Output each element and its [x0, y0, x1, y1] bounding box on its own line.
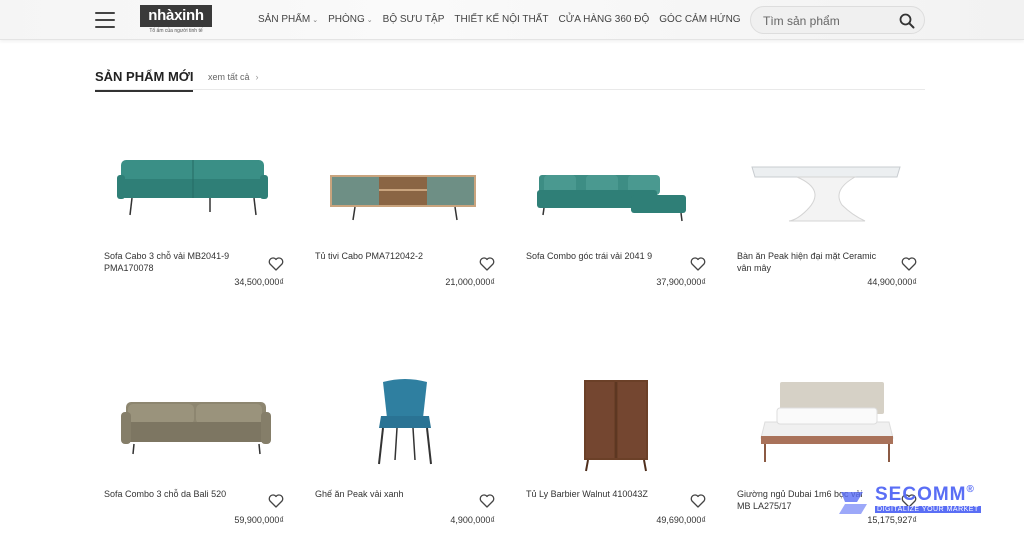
product-card[interactable]: Sofa Cabo 3 chỗ vải MB2041-9 PMA170078 3…	[104, 135, 284, 325]
nav-item-thiet-ke-noi-that[interactable]: THIẾT KẾ NỘI THẤT	[454, 14, 548, 25]
product-name[interactable]: Sofa Cabo 3 chỗ vải MB2041-9 PMA170078	[104, 250, 244, 274]
see-all-link[interactable]: xem tất cả ›	[208, 72, 259, 82]
sofa-taupe-icon	[121, 402, 271, 455]
tv-cabinet-icon	[330, 175, 476, 221]
logo-tagline: Tổ ấm của người tinh tế	[149, 28, 203, 34]
section-title: SẢN PHẨM MỚI	[95, 69, 194, 92]
product-card[interactable]: Sofa Combo 3 chỗ da Bali 520 59,900,000₫	[104, 370, 284, 560]
chevron-right-icon: ›	[255, 72, 259, 82]
product-price: 21,000,000₫	[445, 277, 495, 287]
product-price: 34,500,000₫	[234, 277, 284, 287]
product-price: 49,690,000₫	[656, 515, 706, 525]
product-price: 44,900,000₫	[867, 277, 917, 287]
product-name[interactable]: Tủ tivi Cabo PMA712042-2	[315, 250, 455, 262]
dining-table-icon	[751, 166, 901, 222]
nav-label: SẢN PHẨM	[258, 14, 311, 25]
heart-icon[interactable]	[901, 256, 917, 272]
search-icon[interactable]	[899, 13, 915, 29]
see-all-label: xem tất cả	[208, 72, 250, 82]
heart-icon[interactable]	[479, 493, 495, 509]
watermark-brand-text: SECOMM	[875, 484, 967, 505]
sofa-teal-icon	[117, 160, 268, 216]
product-price: 37,900,000₫	[656, 277, 706, 287]
watermark-brand: SECOMM®	[875, 484, 975, 506]
heart-icon[interactable]	[479, 256, 495, 272]
product-price: 59,900,000₫	[234, 515, 284, 525]
nav-item-bo-suu-tap[interactable]: BỘ SƯU TẬP	[383, 14, 445, 25]
main-nav: SẢN PHẨM ⌄ PHÒNG ⌄ BỘ SƯU TẬP THIẾT KẾ NỘI…	[258, 14, 751, 25]
product-name[interactable]: Sofa Combo góc trái vải 2041 9	[526, 250, 666, 262]
corner-sofa-icon	[537, 175, 686, 222]
product-name[interactable]: Sofa Combo 3 chỗ da Bali 520	[104, 488, 244, 500]
hamburger-menu-icon[interactable]	[95, 12, 115, 28]
product-card[interactable]: Ghế ăn Peak vải xanh 4,900,000₫	[315, 370, 495, 560]
heart-icon[interactable]	[268, 493, 284, 509]
site-logo[interactable]: nhàxinh Tổ ấm của người tinh tế	[140, 5, 212, 35]
heart-icon[interactable]	[690, 493, 706, 509]
bed-icon	[760, 382, 894, 462]
nav-item-goc-cam-hung[interactable]: GÓC CẢM HỨNG	[659, 14, 740, 25]
registered-mark: ®	[966, 484, 975, 495]
wood-cabinet-icon	[584, 380, 648, 472]
product-name[interactable]: Ghế ăn Peak vải xanh	[315, 488, 455, 500]
nav-item-phong[interactable]: PHÒNG ⌄	[328, 14, 373, 25]
product-name[interactable]: Tủ Ly Barbier Walnut 410043Z	[526, 488, 666, 500]
heart-icon[interactable]	[690, 256, 706, 272]
new-products-header: SẢN PHẨM MỚI xem tất cả ›	[95, 66, 925, 92]
secomm-logo-icon	[839, 492, 867, 514]
chevron-down-icon: ⌄	[312, 17, 319, 24]
search-input[interactable]	[763, 12, 893, 30]
search-box	[750, 6, 925, 34]
secomm-watermark: SECOMM® DIGITALIZE YOUR MARKET	[835, 484, 1010, 524]
product-name[interactable]: Bàn ăn Peak hiện đại mặt Ceramic vân mây	[737, 250, 877, 274]
product-card[interactable]: Giường ngủ Dubai 1m6 bọc vải MB LA275/17…	[737, 370, 917, 560]
product-card[interactable]: Sofa Combo góc trái vải 2041 9 37,900,00…	[526, 135, 706, 325]
chevron-down-icon: ⌄	[366, 17, 373, 24]
product-card[interactable]: Tủ Ly Barbier Walnut 410043Z 49,690,000₫	[526, 370, 706, 560]
nav-item-cua-hang-360[interactable]: CỬA HÀNG 360 ĐỘ	[558, 14, 649, 25]
logo-text: nhàxinh	[140, 5, 212, 27]
nav-item-san-pham[interactable]: SẢN PHẨM ⌄	[258, 14, 318, 25]
product-card[interactable]: Tủ tivi Cabo PMA712042-2 21,000,000₫	[315, 135, 495, 325]
product-price: 4,900,000₫	[450, 515, 495, 525]
product-card[interactable]: Bàn ăn Peak hiện đại mặt Ceramic vân mây…	[737, 135, 917, 325]
watermark-tagline: DIGITALIZE YOUR MARKET	[875, 506, 981, 513]
site-header: nhàxinh Tổ ấm của người tinh tế SẢN PHẨM…	[0, 0, 1024, 40]
dining-chair-icon	[378, 379, 432, 465]
heart-icon[interactable]	[268, 256, 284, 272]
nav-label: PHÒNG	[328, 14, 365, 25]
